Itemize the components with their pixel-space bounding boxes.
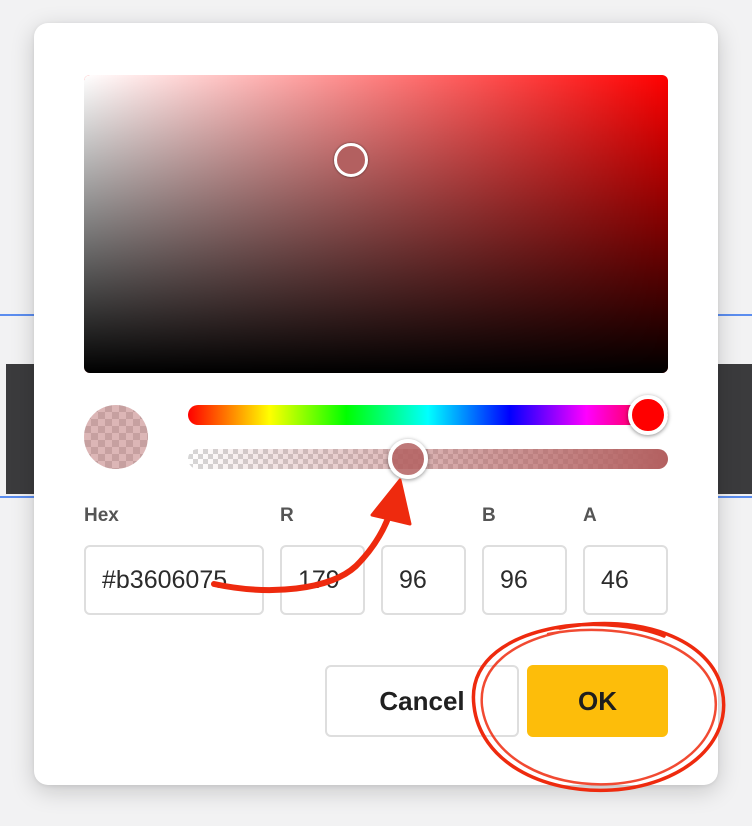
saturation-value-area[interactable] — [84, 75, 668, 373]
background-letter-left — [6, 364, 34, 494]
hue-slider[interactable] — [188, 405, 668, 425]
alpha-slider[interactable] — [188, 449, 668, 469]
hue-slider-thumb[interactable] — [628, 395, 668, 435]
blue-label: B — [482, 505, 496, 526]
alpha-gradient — [188, 449, 668, 469]
cancel-button[interactable]: Cancel — [325, 665, 519, 737]
alpha-input[interactable] — [583, 545, 668, 615]
green-input[interactable] — [381, 545, 466, 615]
hex-input[interactable] — [84, 545, 264, 615]
alpha-slider-thumb[interactable] — [388, 439, 428, 479]
ok-button[interactable]: OK — [527, 665, 668, 737]
red-input[interactable] — [280, 545, 365, 615]
alpha-label: A — [583, 505, 597, 526]
blue-input[interactable] — [482, 545, 567, 615]
hex-label: Hex — [84, 505, 119, 526]
saturation-value-cursor[interactable] — [334, 143, 368, 177]
value-gradient — [84, 75, 668, 373]
background-letter-right — [718, 364, 752, 494]
red-label: R — [280, 505, 294, 526]
color-picker-dialog: Hex R B A Cancel OK — [34, 23, 718, 785]
color-preview-fill — [84, 405, 148, 469]
color-preview-swatch — [84, 405, 148, 469]
